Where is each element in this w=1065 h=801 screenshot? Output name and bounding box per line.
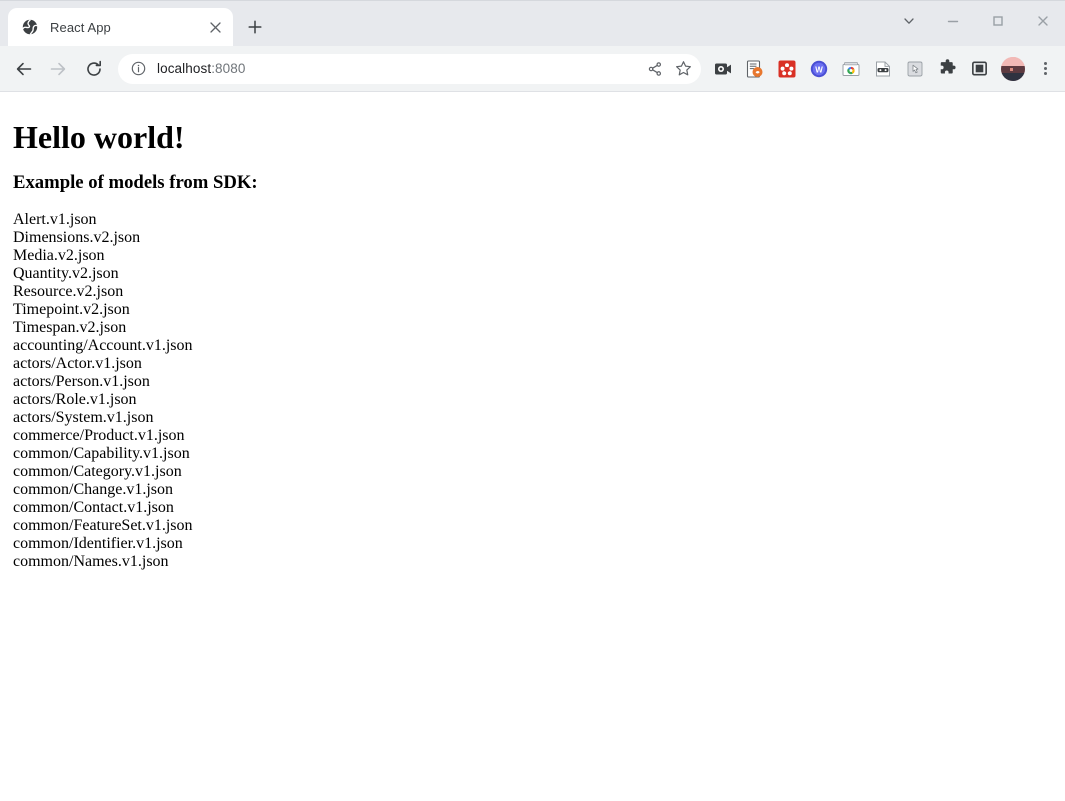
back-arrow-icon[interactable] [8, 53, 40, 85]
puzzle-piece-icon[interactable] [933, 55, 961, 83]
address-bar[interactable]: localhost:8080 [118, 53, 701, 84]
list-item: common/Change.v1.json [13, 480, 173, 498]
chevron-down-icon[interactable] [888, 1, 930, 41]
list-item: Timespan.v2.json [13, 318, 127, 336]
camera-recorder-icon[interactable] [709, 55, 737, 83]
wappalyzer-icon[interactable]: W [805, 55, 833, 83]
list-item: common/FeatureSet.v1.json [13, 516, 193, 534]
star-outline-icon[interactable] [669, 55, 697, 83]
menu-dot [1043, 61, 1047, 65]
list-item: actors/Role.v1.json [13, 390, 137, 408]
list-item: common/Category.v1.json [13, 462, 182, 480]
list-item: common/Identifier.v1.json [13, 534, 183, 552]
list-item: actors/System.v1.json [13, 408, 154, 426]
red-badge-icon[interactable] [773, 55, 801, 83]
menu-dot [1043, 67, 1047, 70]
list-item: commerce/Product.v1.json [13, 426, 185, 444]
browser-tab[interactable]: React App [8, 8, 233, 46]
list-item: actors/Person.v1.json [13, 372, 150, 390]
avatar-bottom [1001, 72, 1025, 81]
masked-page-icon[interactable] [869, 55, 897, 83]
globe-icon [22, 19, 38, 35]
list-item: accounting/Account.v1.json [13, 336, 193, 354]
info-circle-icon[interactable] [128, 59, 148, 79]
page-subtitle: Example of models from SDK: [13, 172, 258, 193]
side-panel-icon[interactable] [965, 55, 993, 83]
close-icon[interactable] [205, 17, 225, 37]
share-icon[interactable] [641, 55, 669, 83]
url-port: :8080 [211, 61, 246, 76]
avatar-icon[interactable] [1001, 56, 1025, 81]
list-item: Media.v2.json [13, 246, 105, 264]
model-file-list: Alert.v1.json Dimensions.v2.json Media.v2.… [13, 211, 1057, 571]
list-item: Alert.v1.json [13, 210, 97, 228]
list-item: Timepoint.v2.json [13, 300, 130, 318]
three-dot-menu-icon[interactable] [1031, 55, 1059, 83]
page-viewport: Hello world! Example of models from SDK:… [0, 92, 1065, 801]
page-content: Hello world! Example of models from SDK:… [0, 92, 1065, 579]
close-window-icon[interactable] [1020, 1, 1065, 41]
menu-dot [1043, 72, 1047, 76]
list-item: Resource.v2.json [13, 282, 124, 300]
plus-icon[interactable] [241, 13, 269, 41]
list-item: Quantity.v2.json [13, 264, 119, 282]
maximize-icon[interactable] [975, 1, 1020, 41]
svg-text:W: W [815, 65, 823, 74]
list-item: actors/Actor.v1.json [13, 354, 142, 372]
window-controls [888, 1, 1065, 41]
reload-icon[interactable] [78, 53, 110, 85]
extension-icons: W [707, 55, 995, 83]
browser-window: React App localhost:8080 W Hello world! … [0, 0, 1065, 801]
minimize-icon[interactable] [930, 1, 975, 41]
document-edit-icon[interactable] [741, 55, 769, 83]
list-item: common/Capability.v1.json [13, 444, 190, 462]
list-item: Dimensions.v2.json [13, 228, 141, 246]
url-text[interactable]: localhost:8080 [157, 61, 641, 76]
chrome-webstore-icon[interactable] [837, 55, 865, 83]
page-title: Hello world! [13, 119, 185, 155]
avatar-highlight [1010, 67, 1013, 71]
tab-strip: React App [0, 0, 1065, 46]
list-item: common/Contact.v1.json [13, 498, 174, 516]
url-host: localhost [157, 61, 212, 76]
tab-title: React App [50, 19, 111, 35]
forward-arrow-icon[interactable] [42, 53, 74, 85]
list-item: common/Names.v1.json [13, 552, 169, 570]
browser-toolbar: localhost:8080 W [0, 46, 1065, 92]
click-pointer-icon[interactable] [901, 55, 929, 83]
